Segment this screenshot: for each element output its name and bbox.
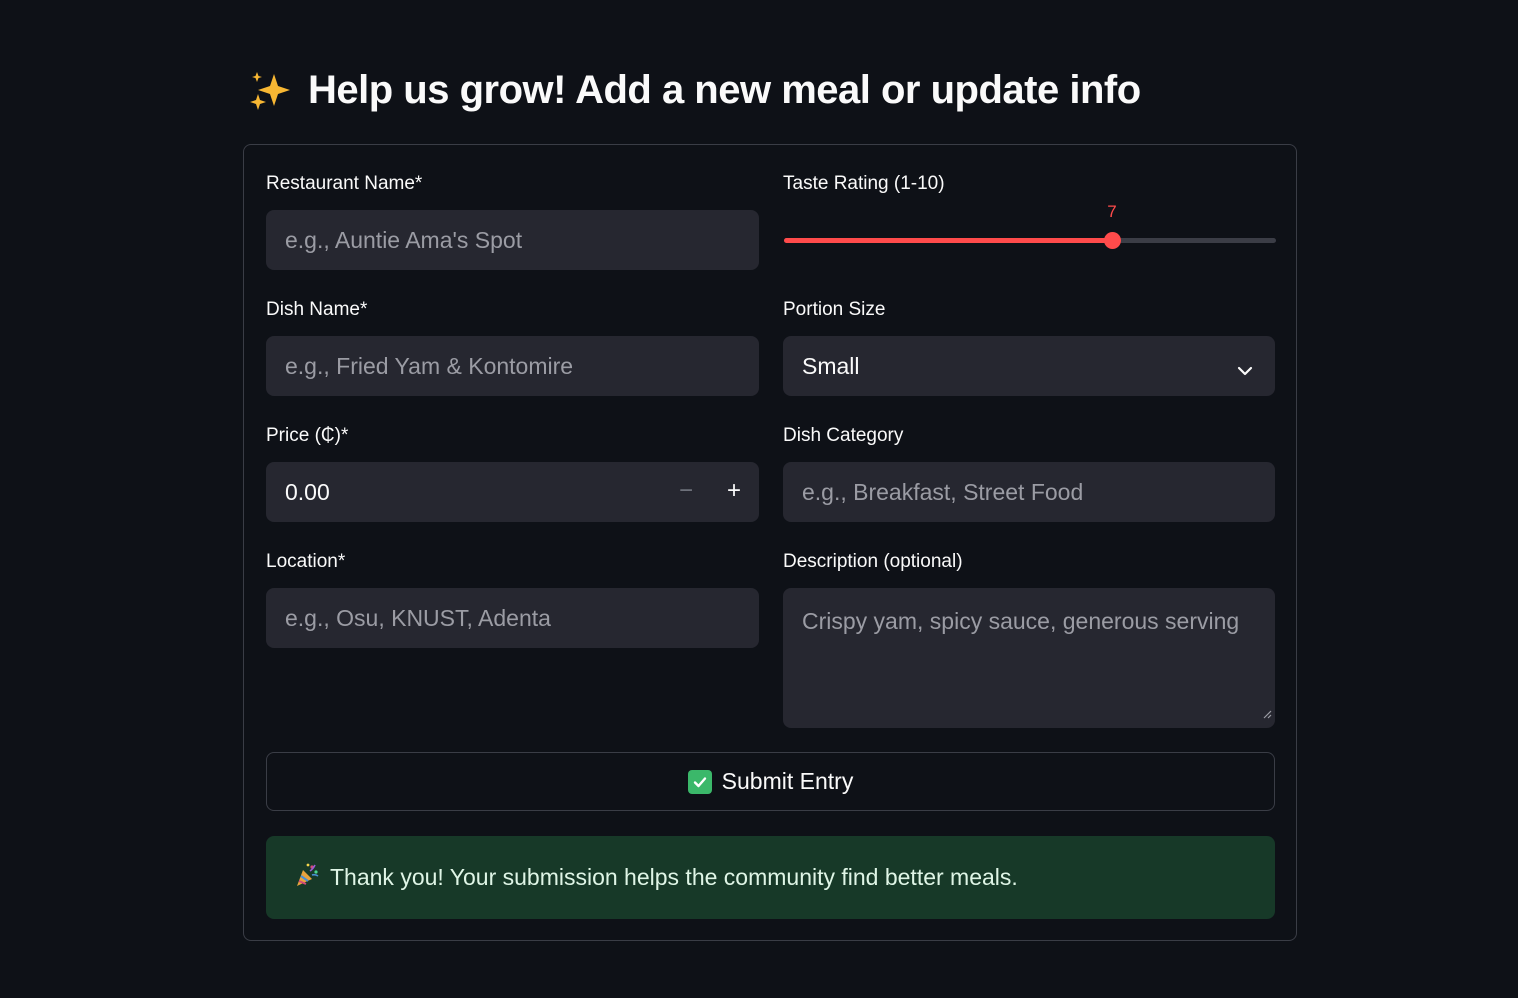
price-input[interactable] [266, 478, 665, 506]
restaurant-name-field [266, 210, 759, 270]
taste-rating-slider[interactable]: 7 [784, 202, 1276, 249]
chevron-down-icon [1237, 358, 1253, 385]
portion-size-select[interactable]: Small [783, 336, 1275, 396]
portion-size-label: Portion Size [783, 299, 886, 320]
page-title: Help us grow! Add a new meal or update i… [248, 68, 1141, 113]
description-textarea[interactable] [802, 608, 1256, 708]
location-input[interactable] [285, 604, 740, 632]
page-title-text: Help us grow! Add a new meal or update i… [308, 68, 1141, 112]
dish-category-field [783, 462, 1275, 522]
success-alert: Thank you! Your submission helps the com… [266, 836, 1275, 919]
price-field: − + [266, 462, 759, 522]
dish-name-field [266, 336, 759, 396]
restaurant-name-input[interactable] [285, 226, 740, 254]
success-message: Thank you! Your submission helps the com… [330, 864, 1018, 890]
dish-name-label: Dish Name* [266, 299, 368, 320]
taste-rating-slider-fill [784, 238, 1112, 243]
price-decrement-button[interactable]: − [662, 462, 710, 520]
sparkles-icon [248, 70, 294, 112]
description-label: Description (optional) [783, 551, 963, 572]
portion-size-selected: Small [802, 352, 860, 379]
description-field [783, 588, 1275, 728]
price-increment-button[interactable]: + [710, 462, 758, 520]
restaurant-name-label: Restaurant Name* [266, 173, 423, 194]
dish-category-input[interactable] [802, 478, 1256, 506]
taste-rating-slider-thumb[interactable] [1104, 232, 1121, 249]
price-label: Price (₵)* [266, 425, 349, 446]
checkmark-box-icon [687, 769, 712, 794]
dish-name-input[interactable] [285, 352, 740, 380]
party-popper-icon [294, 862, 320, 894]
submit-entry-label: Submit Entry [721, 768, 854, 794]
taste-rating-value: 7 [1107, 202, 1117, 221]
resize-grip-icon[interactable] [1262, 698, 1272, 725]
location-label: Location* [266, 551, 346, 572]
location-field [266, 588, 759, 648]
meal-entry-form: Restaurant Name* Taste Rating (1-10) 7 D… [243, 144, 1297, 941]
dish-category-label: Dish Category [783, 425, 904, 446]
taste-rating-label: Taste Rating (1-10) [783, 173, 945, 194]
submit-entry-button[interactable]: Submit Entry [266, 752, 1275, 811]
